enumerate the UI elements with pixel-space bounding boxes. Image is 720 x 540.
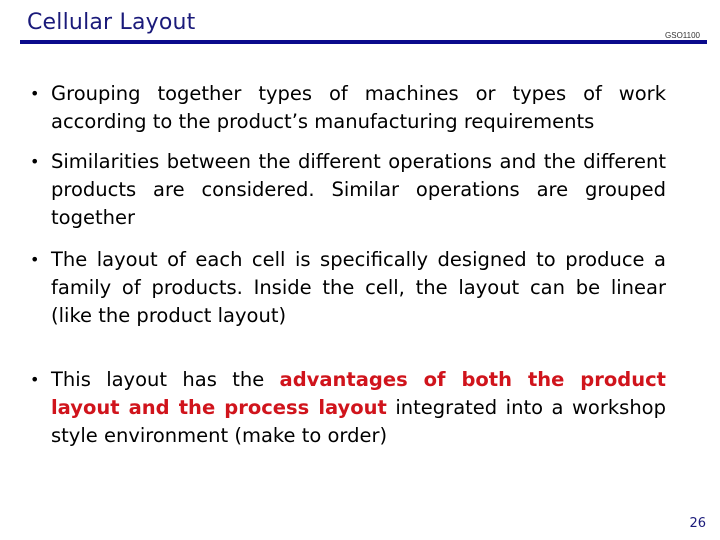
bullet-item: • Grouping together types of machines or… bbox=[30, 80, 666, 136]
bullet-item: • The layout of each cell is specificall… bbox=[30, 246, 666, 330]
bullet-text: Grouping together types of machines or t… bbox=[51, 82, 666, 133]
bullet-text-pre: This layout has the bbox=[51, 368, 280, 391]
bullet-dot-icon: • bbox=[30, 84, 40, 103]
course-code: GSO1100 bbox=[665, 31, 700, 40]
bullet-text: Similarities between the different opera… bbox=[51, 150, 666, 229]
slide-title: Cellular Layout bbox=[27, 10, 196, 35]
bullet-dot-icon: • bbox=[30, 370, 40, 389]
bullet-text: The layout of each cell is specifically … bbox=[51, 248, 666, 327]
bullet-item: • Similarities between the different ope… bbox=[30, 148, 666, 232]
bullet-dot-icon: • bbox=[30, 152, 40, 171]
title-underline bbox=[20, 40, 707, 44]
bullet-item: • This layout has the advantages of both… bbox=[30, 366, 666, 450]
bullet-text: This layout has the advantages of both t… bbox=[51, 366, 666, 450]
page-number: 26 bbox=[689, 516, 706, 531]
bullet-dot-icon: • bbox=[30, 250, 40, 269]
